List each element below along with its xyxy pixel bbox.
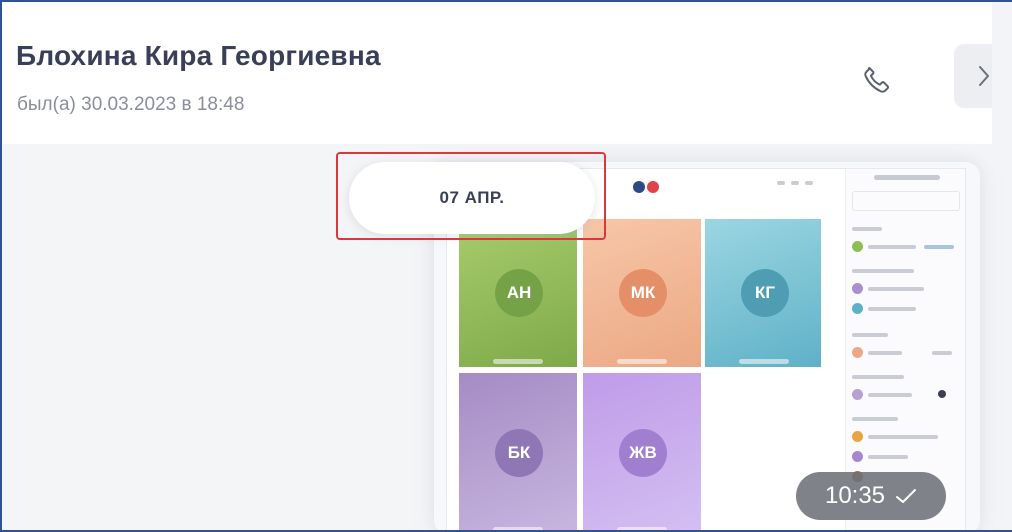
phone-icon <box>864 66 890 93</box>
contact-name[interactable]: Блохина Кира Георгиевна <box>16 40 381 72</box>
chat-window: Блохина Кира Георгиевна был(а) 30.03.202… <box>0 0 1012 532</box>
avatar: ЖВ <box>619 429 667 477</box>
video-tile: АН <box>459 219 577 367</box>
checkmark-icon <box>896 489 917 503</box>
video-tile: БК <box>459 373 577 530</box>
message-time: 10:35 <box>824 482 886 509</box>
window-controls <box>777 181 813 185</box>
avatar: МК <box>619 269 667 317</box>
video-tile: МК <box>583 219 701 367</box>
scrollbar-track[interactable] <box>992 2 1012 530</box>
avatar: АН <box>495 269 543 317</box>
video-tile: КГ <box>705 219 821 367</box>
avatar: БК <box>495 429 543 477</box>
last-seen-status: был(а) 30.03.2023 в 18:48 <box>17 94 245 115</box>
chat-header: Блохина Кира Георгиевна был(а) 30.03.202… <box>2 2 1012 144</box>
video-tile: ЖВ <box>583 373 701 530</box>
message-time-badge: 10:35 <box>796 472 946 520</box>
app-logo-icons <box>633 181 659 193</box>
highlight-box <box>336 152 606 240</box>
call-button[interactable] <box>855 58 899 102</box>
avatar: КГ <box>741 269 789 317</box>
